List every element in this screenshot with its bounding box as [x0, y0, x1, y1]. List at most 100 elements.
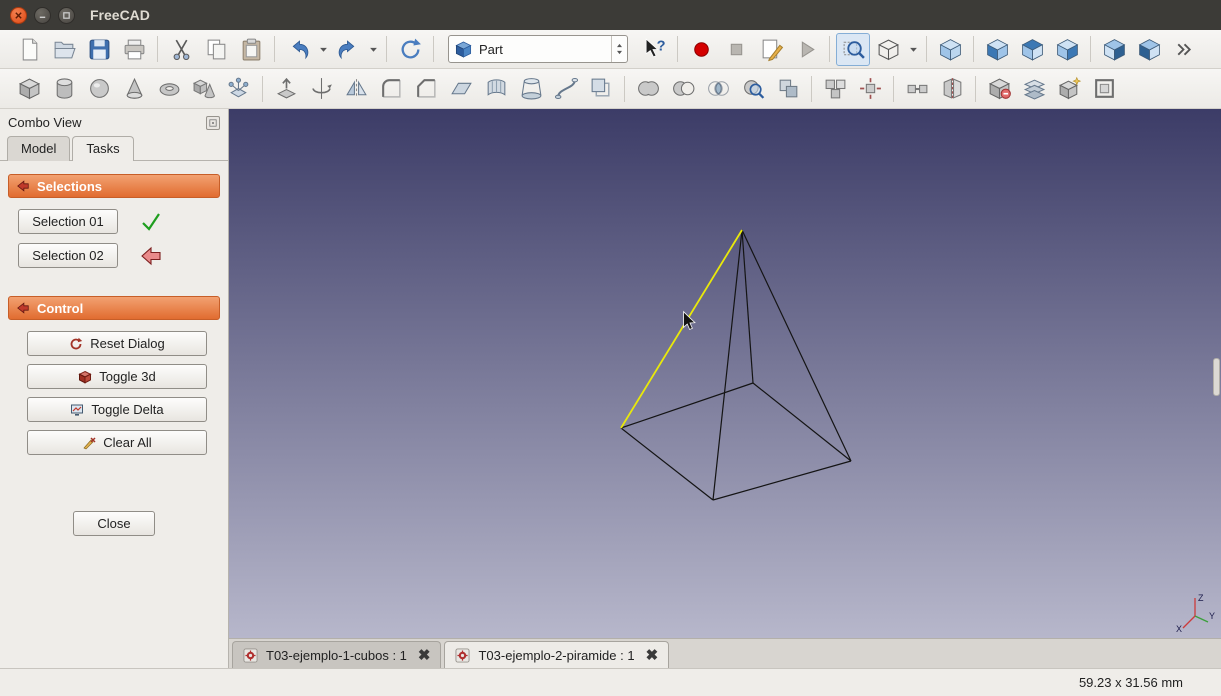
macro-play-button[interactable] — [789, 33, 823, 66]
defeaturing-button[interactable] — [982, 72, 1016, 105]
cut-button[interactable] — [164, 33, 198, 66]
extrude-button[interactable] — [269, 72, 303, 105]
view-top-button[interactable] — [1015, 33, 1049, 66]
reset-dialog-button[interactable]: Reset Dialog — [27, 331, 207, 356]
document-tab-cubos[interactable]: T03-ejemplo-1-cubos : 1 ✖ — [232, 641, 442, 668]
selection-01-button[interactable]: Selection 01 — [18, 209, 118, 234]
macro-stop-button[interactable] — [719, 33, 753, 66]
save-button[interactable] — [82, 33, 116, 66]
revolve-button[interactable] — [304, 72, 338, 105]
paste-button[interactable] — [234, 33, 268, 66]
selection-row: Selection 01 — [18, 209, 216, 234]
ruled-surface-button[interactable] — [479, 72, 513, 105]
redo-menu-button[interactable] — [366, 33, 380, 66]
mouse-cursor — [683, 310, 696, 331]
close-button[interactable]: Close — [73, 511, 155, 536]
cross-sections-button[interactable] — [1017, 72, 1051, 105]
box-button[interactable] — [12, 72, 46, 105]
main-area: Combo View Model Tasks Selections Select… — [0, 109, 1221, 668]
mdi-view: Z Y X T03-ejemplo-1-cubos : 1 ✖ T03-ejem… — [229, 109, 1221, 668]
redo-button[interactable] — [331, 33, 365, 66]
window-close-button[interactable] — [10, 6, 27, 24]
undo-menu-button[interactable] — [316, 33, 330, 66]
workbench-spinner[interactable] — [611, 36, 627, 62]
macro-record-button[interactable] — [684, 33, 718, 66]
sphere-button[interactable] — [82, 72, 116, 105]
draw-style-menu-button[interactable] — [906, 33, 920, 66]
tab-tasks[interactable]: Tasks — [72, 136, 134, 161]
window-maximize-button[interactable] — [58, 6, 75, 24]
whats-this-button[interactable]: ? — [637, 33, 671, 66]
undo-button[interactable] — [281, 33, 315, 66]
document-icon — [243, 647, 258, 663]
boolean-cut-button[interactable] — [666, 72, 700, 105]
draw-style-button[interactable] — [871, 33, 905, 66]
loft-button[interactable] — [514, 72, 548, 105]
tab-model[interactable]: Model — [7, 136, 71, 161]
cylinder-button[interactable] — [47, 72, 81, 105]
selection-02-button[interactable]: Selection 02 — [18, 243, 118, 268]
reset-dialog-icon — [69, 337, 83, 351]
create-primitives-button[interactable] — [187, 72, 221, 105]
reset-dialog-label: Reset Dialog — [90, 336, 165, 351]
selections-icon — [17, 180, 29, 192]
control-body: Reset Dialog Toggle 3d Toggle Delta Clea… — [8, 320, 220, 465]
view-axonometric-button[interactable] — [933, 33, 967, 66]
scrollbar-handle[interactable] — [1213, 358, 1220, 396]
boolean-union-button[interactable] — [631, 72, 665, 105]
window-minimize-button[interactable] — [34, 6, 51, 24]
toggle-delta-icon — [70, 403, 84, 417]
shape-builder-button[interactable] — [222, 72, 256, 105]
check-geometry-button[interactable] — [736, 72, 770, 105]
cone-button[interactable] — [117, 72, 151, 105]
view-right-button[interactable] — [1050, 33, 1084, 66]
split-button[interactable] — [935, 72, 969, 105]
offset-button[interactable] — [584, 72, 618, 105]
document-tab-piramide[interactable]: T03-ejemplo-2-piramide : 1 ✖ — [444, 641, 670, 668]
view-front-button[interactable] — [980, 33, 1014, 66]
toolbar-separator — [433, 36, 434, 62]
panel-float-button[interactable] — [206, 115, 220, 130]
torus-button[interactable] — [152, 72, 186, 105]
clear-all-button[interactable]: Clear All — [27, 430, 207, 455]
make-compound-button[interactable] — [818, 72, 852, 105]
toolbar-overflow-button[interactable] — [1167, 33, 1201, 66]
dimension-readout: 59.23 x 31.56 mm — [1078, 675, 1183, 690]
view-bottom-button[interactable] — [1132, 33, 1166, 66]
refine-shape-button[interactable] — [1052, 72, 1086, 105]
pyramid-wireframe — [620, 229, 852, 501]
toggle-delta-label: Toggle Delta — [91, 402, 164, 417]
toggle-delta-button[interactable]: Toggle Delta — [27, 397, 207, 422]
new-document-button[interactable] — [12, 33, 46, 66]
chamfer-button[interactable] — [409, 72, 443, 105]
sweep-button[interactable] — [549, 72, 583, 105]
macro-edit-button[interactable] — [754, 33, 788, 66]
refresh-button[interactable] — [393, 33, 427, 66]
toolbar-separator — [274, 36, 275, 62]
explode-compound-button[interactable] — [853, 72, 887, 105]
thickness-button[interactable] — [1087, 72, 1121, 105]
back-arrow-icon — [140, 245, 162, 267]
panel-tabbar: Model Tasks — [0, 132, 228, 161]
open-document-button[interactable] — [47, 33, 81, 66]
print-button[interactable] — [117, 33, 151, 66]
control-header: Control — [8, 296, 220, 320]
toolbar-separator — [677, 36, 678, 62]
connect-button[interactable] — [900, 72, 934, 105]
panel-title: Combo View — [8, 115, 82, 130]
copy-button[interactable] — [199, 33, 233, 66]
mirror-button[interactable] — [339, 72, 373, 105]
tab-close-icon[interactable]: ✖ — [418, 648, 431, 663]
view-rear-button[interactable] — [1097, 33, 1131, 66]
3d-viewport[interactable]: Z Y X — [229, 109, 1221, 638]
toggle-3d-button[interactable]: Toggle 3d — [27, 364, 207, 389]
make-face-button[interactable] — [444, 72, 478, 105]
fit-all-button[interactable] — [836, 32, 870, 66]
workbench-selector[interactable]: Part — [448, 35, 628, 63]
boolean-operation-button[interactable] — [771, 72, 805, 105]
titlebar: FreeCAD — [0, 0, 1221, 30]
tab-close-icon[interactable]: ✖ — [646, 648, 659, 663]
fillet-button[interactable] — [374, 72, 408, 105]
boolean-common-button[interactable] — [701, 72, 735, 105]
selections-header: Selections — [8, 174, 220, 198]
